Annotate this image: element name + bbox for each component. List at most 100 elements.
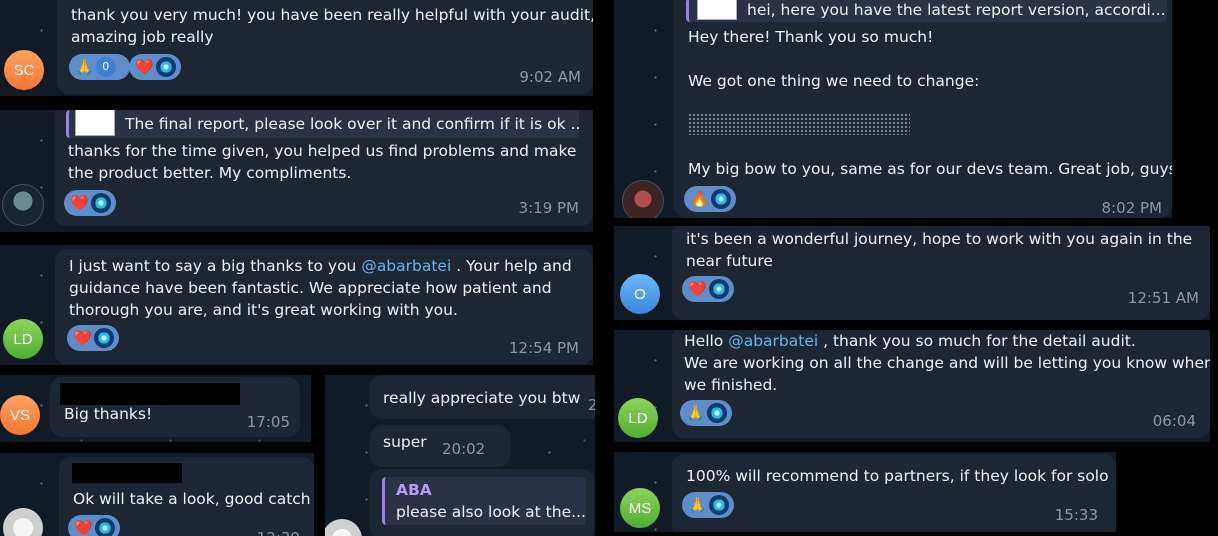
message-bubble[interactable]: Hello @abarbatei , thank you so much for… [672,330,1210,438]
message-bubble[interactable]: ABA please also look at the... [370,469,595,536]
message-text: We are working on all the change and wil… [684,354,1210,372]
reply-text: hei, here you have the latest report ver… [747,1,1166,19]
mention-link[interactable]: @abarbatei [361,257,451,275]
avatar[interactable]: VS [0,395,40,435]
message-time: 2 [588,396,595,414]
chat-panel-1: thank you very much! you have been reall… [0,0,593,96]
message-text: thorough you are, and it's great working… [69,301,458,319]
pray-icon: 🙏 [686,404,705,422]
message-time: 12:39 [257,527,300,536]
reaction-pray[interactable]: 🙏 [680,400,732,426]
chat-panel-6: really appreciate you btw 2 super 20:02 … [325,375,595,536]
message-text: super [383,433,427,451]
avatar[interactable]: LD [618,398,658,438]
avatar[interactable]: LD [3,319,43,359]
reaction-count: 0 [95,57,116,77]
reply-text: please also look at the... [396,503,586,521]
document-thumbnail-icon [697,0,737,20]
message-text: we finished. [684,376,778,394]
chat-panel-5: Ok will take a look, good catch ❤️ 12:39 [0,453,314,536]
message-text: Hello @abarbatei , thank you so much for… [684,332,1136,350]
message-time: 20:02 [442,440,486,458]
message-bubble[interactable]: it's been a wonderful journey, hope to w… [672,226,1210,320]
heart-icon: ❤️ [74,519,93,536]
message-bubble[interactable]: Big thanks! 17:05 [50,377,300,437]
message-text: really appreciate you btw [383,389,581,407]
fire-icon: 🔥 [690,190,709,208]
reaction-pray[interactable]: 🙏 0 [69,54,130,80]
heart-icon: ❤️ [70,194,89,212]
message-text: Ok will take a look, good catch [73,490,311,508]
message-text: I just want to say a big thanks to you @… [69,257,572,275]
chat-panel-4: Big thanks! 17:05 VS [0,375,311,442]
reaction-heart[interactable]: ❤️ [68,515,120,536]
heart-icon: ❤️ [73,329,92,347]
reactor-avatar [94,518,115,536]
message-bubble[interactable]: hei, here you have the latest report ver… [674,0,1172,218]
reaction-fire[interactable]: 🔥 [684,186,736,212]
heart-icon: ❤️ [688,280,707,298]
message-text: thanks for the time given, you helped us… [68,142,577,160]
message-bubble[interactable]: I just want to say a big thanks to you @… [55,249,593,365]
avatar[interactable] [622,180,664,218]
chat-panel-3: I just want to say a big thanks to you @… [0,245,593,365]
reply-author: ABA [396,481,432,499]
message-bubble[interactable]: really appreciate you btw 2 [370,375,595,419]
message-bubble[interactable]: The final report, please look over it an… [54,110,593,226]
message-time: 3:19 PM [518,199,579,217]
reaction-heart[interactable]: ❤️ [682,276,734,302]
message-text: Big thanks! [64,405,153,423]
reply-preview[interactable]: hei, here you have the latest report ver… [686,0,1167,22]
pray-icon: 🙏 [75,58,94,76]
message-text: guidance have been fantastic. We appreci… [69,279,552,297]
heart-icon: ❤️ [135,58,154,76]
message-text: amazing job really [71,28,214,46]
avatar[interactable]: O [620,274,660,314]
message-text: it's been a wonderful journey, hope to w… [686,230,1193,248]
chat-panel-10: 100% will recommend to partners, if they… [614,452,1116,532]
reaction-heart[interactable]: ❤️ [64,190,116,216]
reaction-heart[interactable]: ❤️ [129,54,181,80]
document-thumbnail-icon [75,110,115,136]
reactor-avatar [93,328,114,348]
message-bubble[interactable]: 100% will recommend to partners, if they… [672,454,1116,532]
pray-icon: 🙏 [688,496,707,514]
reaction-heart[interactable]: ❤️ [67,325,119,351]
message-time: 15:33 [1054,506,1098,524]
reply-preview[interactable]: The final report, please look over it an… [66,110,579,138]
message-text: thank you very much! you have been reall… [71,6,593,24]
message-time: 9:02 AM [519,68,581,86]
message-time: 12:54 PM [509,339,579,357]
reactor-avatar [706,403,727,423]
avatar[interactable]: SC [4,50,44,90]
avatar[interactable] [325,519,362,536]
chat-panel-9: Hello @abarbatei , thank you so much for… [614,330,1210,442]
message-text: My big bow to you, same as for our devs … [688,160,1172,178]
reaction-pray[interactable]: 🙏 [682,492,734,518]
blurred-content [688,113,910,135]
message-bubble[interactable]: thank you very much! you have been reall… [57,0,593,94]
mention-link[interactable]: @abarbatei [728,332,818,350]
reactor-avatar [710,189,731,209]
avatar[interactable] [3,508,43,536]
message-time: 06:04 [1152,412,1196,430]
reactor-avatar [90,193,111,213]
message-time: 17:05 [246,413,290,431]
chat-panel-2: The final report, please look over it an… [0,110,593,232]
message-text: near future [686,252,773,270]
message-time: 12:51 AM [1127,289,1199,307]
redacted-sender-name [72,463,182,483]
chat-panel-8: it's been a wonderful journey, hope to w… [614,226,1210,320]
message-bubble[interactable]: Ok will take a look, good catch ❤️ 12:39 [59,457,314,536]
avatar[interactable] [2,184,44,226]
message-bubble[interactable]: super 20:02 [370,425,510,467]
reactor-avatar [708,495,729,515]
reactor-avatar [708,279,729,299]
redacted-sender-name [60,383,240,405]
reply-preview[interactable]: ABA please also look at the... [382,477,586,525]
message-text: We got one thing we need to change: [688,72,980,90]
reactor-avatar [155,57,176,77]
avatar[interactable]: MS [620,488,660,528]
reply-text: The final report, please look over it an… [125,115,579,133]
message-text: the product better. My compliments. [68,164,352,182]
